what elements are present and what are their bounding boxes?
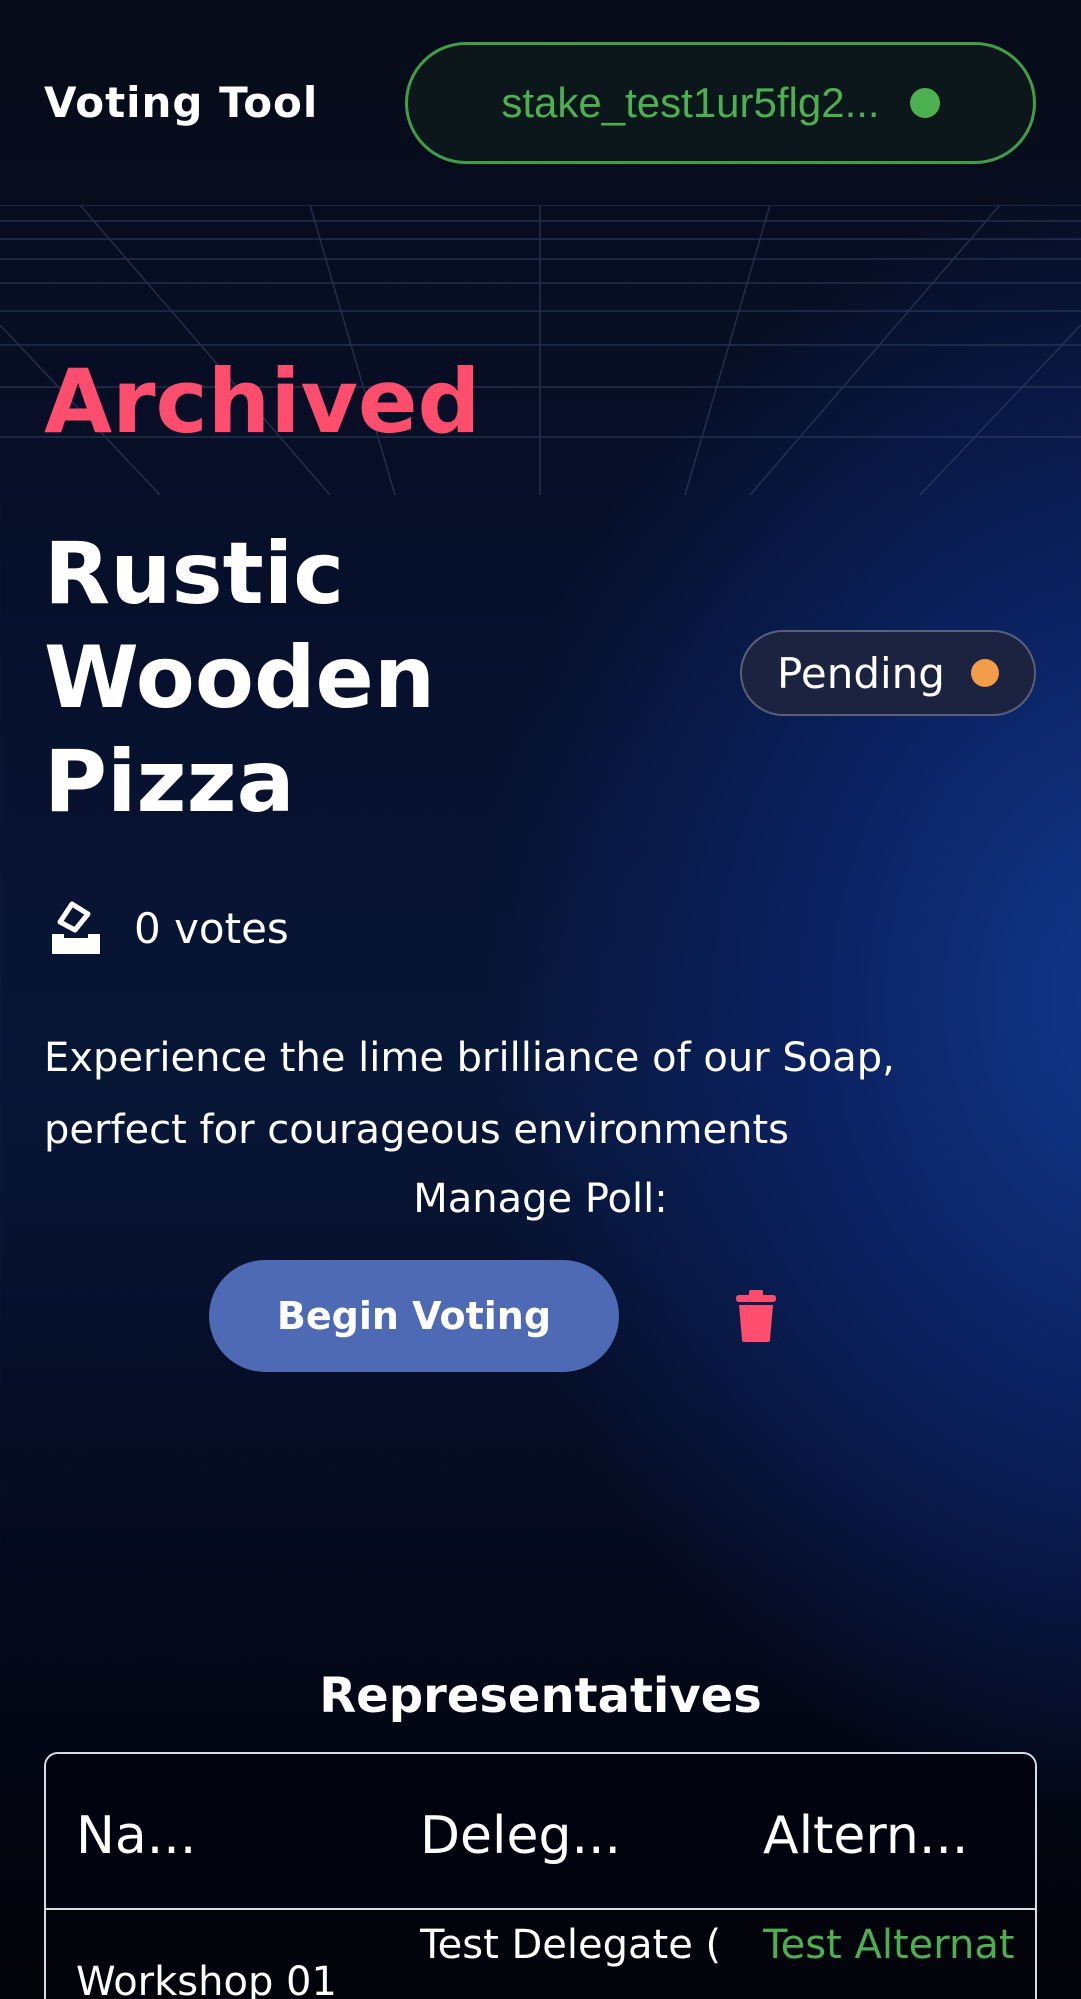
representatives-table: Na... Deleg... Altern... Workshop 01 Tes… xyxy=(44,1752,1037,1999)
trash-icon xyxy=(736,1290,776,1342)
manage-poll-label: Manage Poll: xyxy=(413,1176,668,1222)
ballot-box-icon xyxy=(52,901,100,954)
column-header-name[interactable]: Na... xyxy=(76,1806,326,1866)
column-header-delegate[interactable]: Deleg... xyxy=(420,1806,670,1866)
status-badge: Pending xyxy=(740,630,1036,716)
column-header-alternate[interactable]: Altern... xyxy=(763,1806,1013,1866)
status-text: Pending xyxy=(777,648,945,698)
cell-alternate[interactable]: Test Alternat xyxy=(763,1922,1035,1968)
wallet-address: stake_test1ur5flg2... xyxy=(501,79,880,126)
cell-name: Workshop 01 xyxy=(76,1959,337,1999)
votes-count: 0 votes xyxy=(48,898,289,958)
app-header: Voting Tool stake_test1ur5flg2... xyxy=(0,0,1081,200)
archived-label: Archived xyxy=(44,350,481,453)
wallet-status-indicator xyxy=(909,88,940,118)
poll-title: Rustic Wooden Pizza xyxy=(44,524,436,832)
wallet-connect-button[interactable]: stake_test1ur5flg2... xyxy=(405,42,1036,164)
votes-label: 0 votes xyxy=(134,903,289,953)
representatives-heading: Representatives xyxy=(319,1668,762,1724)
delete-poll-button[interactable] xyxy=(726,1286,786,1346)
table-header: Na... Deleg... Altern... xyxy=(46,1754,1035,1910)
begin-voting-button[interactable]: Begin Voting xyxy=(209,1260,619,1372)
cell-delegate[interactable]: Test Delegate ( xyxy=(420,1922,740,1968)
app-title: Voting Tool xyxy=(44,78,319,127)
status-dot xyxy=(970,659,999,687)
poll-description: Experience the lime brilliance of our So… xyxy=(44,1035,895,1153)
